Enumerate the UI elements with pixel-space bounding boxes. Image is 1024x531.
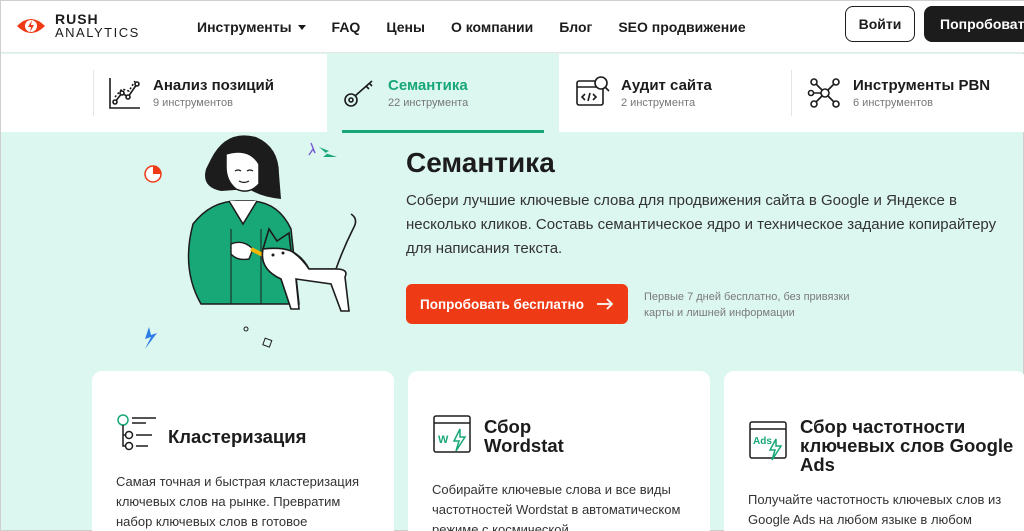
- nav-prices[interactable]: Цены: [386, 19, 425, 35]
- logo-text-bottom: ANALYTICS: [55, 25, 140, 40]
- tab-subtitle: 9 инструментов: [153, 96, 233, 109]
- svg-text:W: W: [438, 434, 449, 446]
- tab-title: Аудит сайта: [621, 76, 712, 94]
- logo[interactable]: RUSH ANALYTICS: [15, 10, 140, 42]
- clustering-icon: [117, 414, 156, 451]
- hero-illustration: [144, 135, 357, 349]
- wordstat-icon: W: [433, 415, 471, 453]
- login-button[interactable]: Войти: [845, 6, 915, 42]
- hero-title: Семантика: [406, 147, 555, 178]
- google-ads-icon: Ads: [749, 421, 787, 461]
- tab-subtitle: 22 инструмента: [388, 96, 469, 109]
- main-nav: Инструменты FAQ Цены О компании Блог SEO…: [197, 1, 772, 53]
- tab-divider: [93, 70, 94, 116]
- tab-site-audit[interactable]: Аудит сайта 2 инструмента: [575, 54, 790, 132]
- tab-pbn-tools[interactable]: Инструменты PBN 6 инструментов: [807, 54, 1024, 132]
- network-icon: [807, 78, 840, 108]
- card-clustering[interactable]: Кластеризация Самая точная и быстрая кла…: [92, 371, 394, 531]
- card-wordstat[interactable]: W Сбор Wordstat Собирайте ключевые слова…: [408, 371, 710, 531]
- try-button-header[interactable]: Попробовать: [924, 6, 1024, 42]
- tab-title: Анализ позиций: [153, 76, 274, 94]
- hero-description: Собери лучшие ключевые слова для продвиж…: [406, 192, 997, 257]
- active-tab-indicator: [342, 130, 544, 133]
- nav-tools-label: Инструменты: [197, 19, 292, 35]
- svg-text:Ads: Ads: [753, 436, 772, 447]
- card-title: Кластеризация: [168, 426, 307, 447]
- hero-note: Первые 7 дней бесплатно, без привязки ка…: [644, 291, 850, 319]
- card-description: Получайте частотность ключевых слов из G…: [748, 492, 1002, 527]
- try-free-label: Попробовать бесплатно: [420, 296, 584, 312]
- tab-subtitle: 2 инструмента: [621, 96, 696, 109]
- nav-seo[interactable]: SEO продвижение: [618, 19, 745, 35]
- tab-semantics[interactable]: Семантика 22 инструмента: [327, 54, 559, 132]
- nav-about[interactable]: О компании: [451, 19, 533, 35]
- tab-title: Инструменты PBN: [853, 76, 991, 94]
- card-title: Сбор частотности ключевых слов Google Ad…: [800, 416, 1014, 475]
- nav-blog[interactable]: Блог: [559, 19, 592, 35]
- card-google-ads[interactable]: Ads Сбор частотности ключевых слов Googl…: [724, 371, 1024, 531]
- chevron-down-icon: [297, 24, 306, 30]
- nav-tools[interactable]: Инструменты: [197, 19, 306, 35]
- site-audit-icon: [576, 76, 610, 106]
- tab-subtitle: 6 инструментов: [853, 96, 933, 109]
- nav-faq[interactable]: FAQ: [332, 19, 361, 35]
- tab-position-analysis[interactable]: Анализ позиций 9 инструментов: [107, 54, 327, 132]
- chart-line-icon: [109, 78, 140, 109]
- card-title: Сбор Wordstat: [484, 416, 564, 456]
- key-icon: [344, 80, 373, 107]
- top-header: RUSH ANALYTICS Инструменты FAQ Цены О ко…: [1, 1, 1024, 53]
- tab-divider: [791, 70, 792, 116]
- arrow-right-icon: [596, 298, 614, 310]
- category-tabs: Анализ позиций 9 инструментов Семантика …: [1, 54, 1024, 132]
- logo-eye-icon: [17, 19, 45, 33]
- card-description: Самая точная и быстрая кластеризация клю…: [116, 474, 360, 529]
- card-description: Собирайте ключевые слова и все виды част…: [432, 482, 681, 531]
- tab-title: Семантика: [388, 76, 468, 94]
- try-free-button[interactable]: Попробовать бесплатно: [406, 284, 628, 324]
